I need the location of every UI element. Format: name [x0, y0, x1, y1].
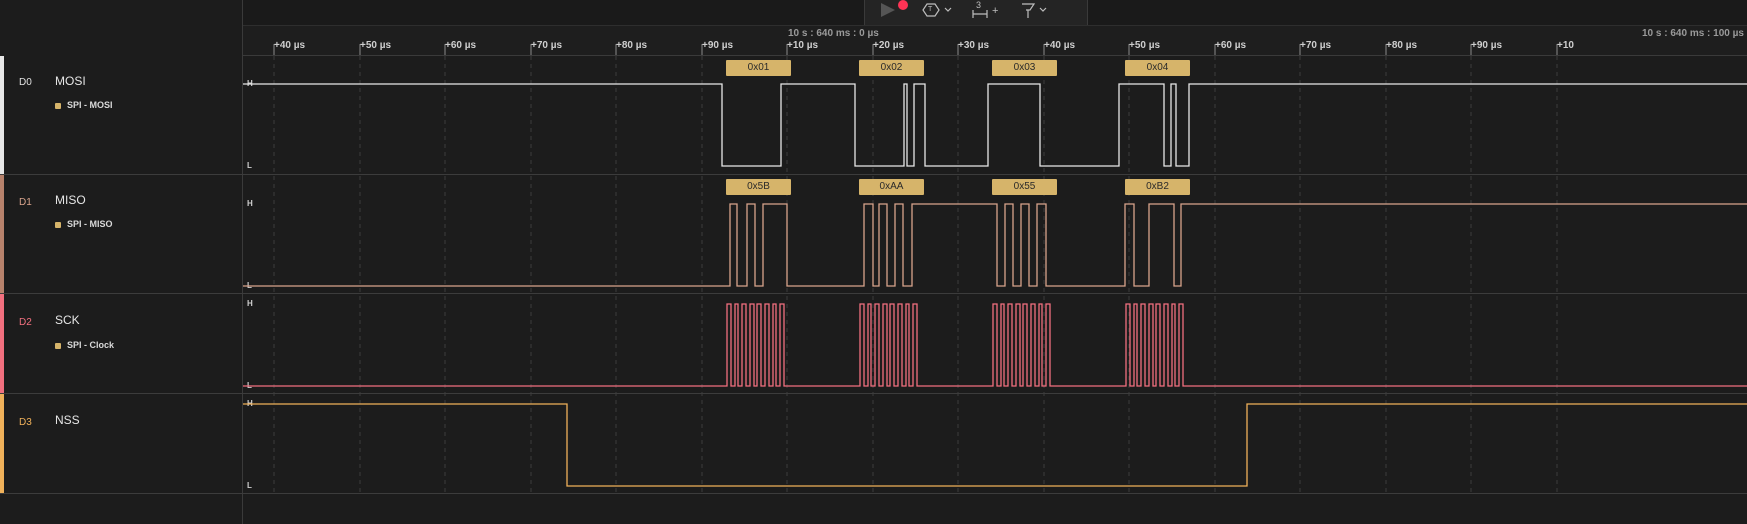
decoded-byte[interactable]: 0xB2 — [1125, 179, 1190, 195]
nss-waveform — [243, 403, 1747, 487]
mosi-waveform — [243, 83, 1747, 167]
decoded-byte[interactable]: 0x02 — [859, 60, 924, 76]
decoded-byte[interactable]: 0x5B — [726, 179, 791, 195]
decoded-byte[interactable]: 0x55 — [992, 179, 1057, 195]
sck-waveform — [243, 303, 1747, 387]
waveforms[interactable] — [0, 0, 1747, 524]
miso-waveform — [243, 203, 1747, 287]
decoded-byte[interactable]: 0x04 — [1125, 60, 1190, 76]
decoded-byte[interactable]: 0x03 — [992, 60, 1057, 76]
decoded-byte[interactable]: 0x01 — [726, 60, 791, 76]
decoded-byte[interactable]: 0xAA — [859, 179, 924, 195]
